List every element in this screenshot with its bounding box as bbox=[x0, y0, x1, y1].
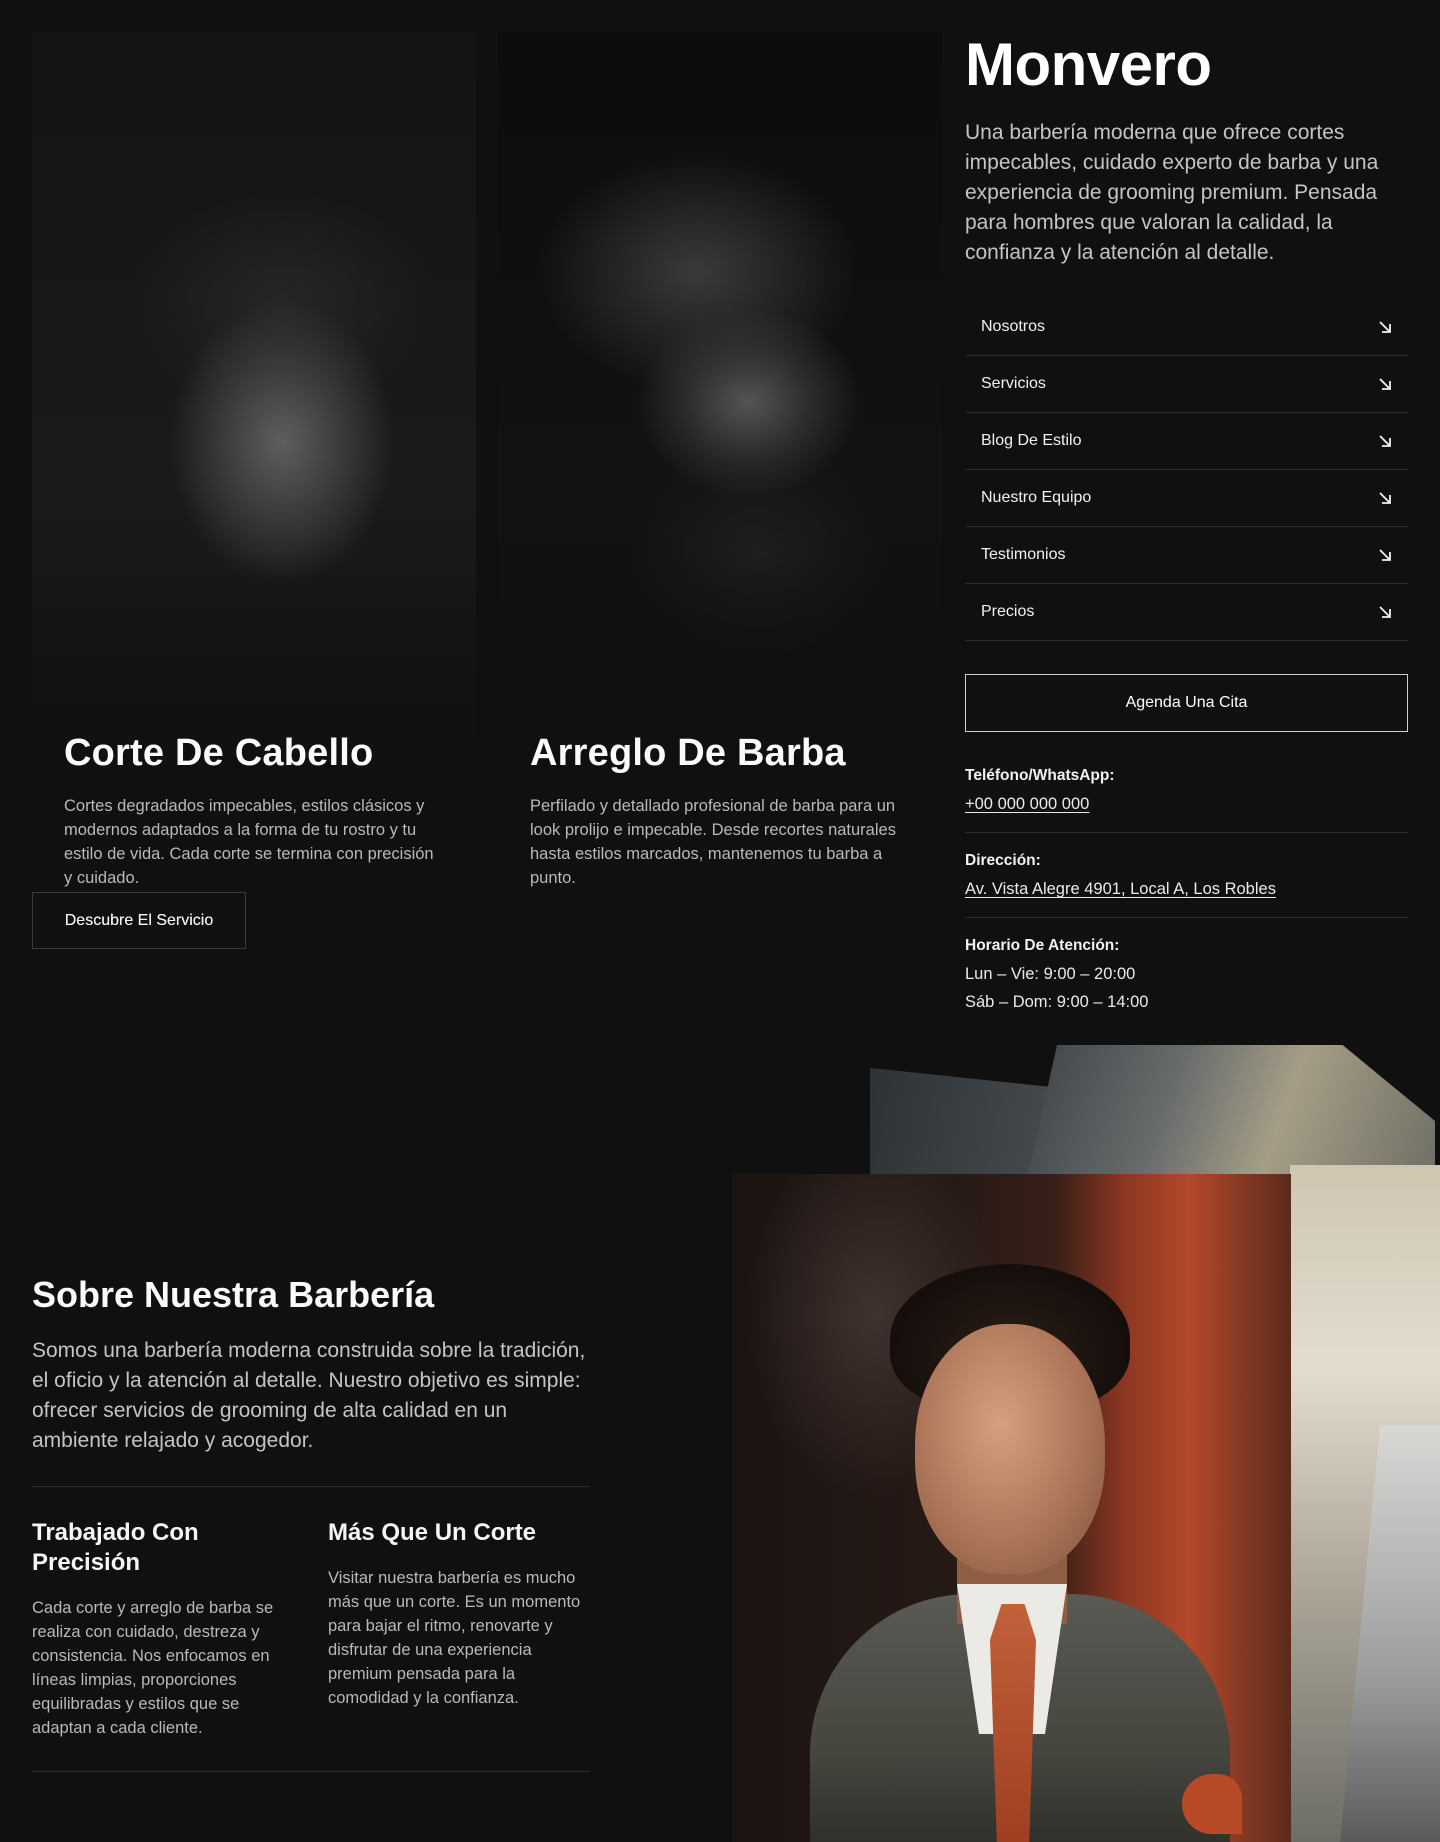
nav-item-label: Nosotros bbox=[981, 318, 1046, 335]
feature-title: Más Que Un Corte bbox=[328, 1519, 537, 1546]
nav-item-label: Testimonios bbox=[981, 546, 1066, 563]
arrow-down-right-icon bbox=[1379, 549, 1391, 561]
nav-item-equipo[interactable]: Nuestro Equipo bbox=[965, 470, 1408, 527]
feature-text: Visitar nuestra barbería es mucho más qu… bbox=[328, 1569, 581, 1707]
brand-name: Monvero bbox=[965, 31, 1212, 98]
nav-item-label: Servicios bbox=[981, 375, 1046, 392]
contact-phone: Teléfono/WhatsApp: +00 000 000 000 bbox=[965, 762, 1408, 818]
phone-link[interactable]: +00 000 000 000 bbox=[965, 790, 1408, 818]
barber-portrait-photo bbox=[732, 1174, 1291, 1842]
arrow-down-right-icon bbox=[1379, 606, 1391, 618]
arrow-down-right-icon bbox=[1379, 435, 1391, 447]
divider bbox=[32, 1771, 590, 1772]
contact-address: Dirección: Av. Vista Alegre 4901, Local … bbox=[965, 847, 1408, 903]
about-text: Somos una barbería moderna construida so… bbox=[32, 1339, 586, 1452]
arrow-down-right-icon bbox=[1379, 492, 1391, 504]
feature-precision: Trabajado Con Precisión Cada corte y arr… bbox=[32, 1518, 292, 1740]
service-description: Cortes degradados impecables, estilos cl… bbox=[64, 797, 434, 887]
contact-hours: Horario De Atención: Lun – Vie: 9:00 – 2… bbox=[965, 932, 1408, 1016]
nav-item-label: Precios bbox=[981, 603, 1035, 620]
phone-label: Teléfono/WhatsApp: bbox=[965, 767, 1115, 784]
divider bbox=[965, 917, 1408, 918]
service-title: Corte De Cabello bbox=[64, 732, 374, 774]
divider bbox=[32, 1486, 590, 1487]
nav-item-blog[interactable]: Blog De Estilo bbox=[965, 413, 1408, 470]
portrait-pocket-square bbox=[1182, 1774, 1242, 1834]
service-card-beard: Arreglo De Barba Perfilado y detallado p… bbox=[498, 32, 942, 912]
divider bbox=[965, 832, 1408, 833]
nav-item-label: Blog De Estilo bbox=[981, 432, 1082, 449]
about-title: Sobre Nuestra Barbería bbox=[32, 1274, 435, 1315]
brand-intro: Una barbería moderna que ofrece cortes i… bbox=[965, 121, 1379, 264]
service-description: Perfilado y detallado profesional de bar… bbox=[530, 797, 896, 887]
hours-weekday: Lun – Vie: 9:00 – 20:00 bbox=[965, 965, 1136, 983]
nav-item-nosotros[interactable]: Nosotros bbox=[965, 299, 1408, 356]
nav-item-precios[interactable]: Precios bbox=[965, 584, 1408, 641]
discover-service-button-beard[interactable]: Descubre El Servicio bbox=[32, 892, 246, 949]
address-link[interactable]: Av. Vista Alegre 4901, Local A, Los Robl… bbox=[965, 875, 1408, 903]
book-appointment-button[interactable]: Agenda Una Cita bbox=[965, 674, 1408, 732]
main-nav: Nosotros Servicios Blog De Estilo Nuestr… bbox=[965, 299, 1408, 641]
service-card-haircut: Corte De Cabello Cortes degradados impec… bbox=[32, 32, 476, 912]
hours-weekend: Sáb – Dom: 9:00 – 14:00 bbox=[965, 993, 1149, 1011]
nav-item-label: Nuestro Equipo bbox=[981, 489, 1092, 506]
nav-item-servicios[interactable]: Servicios bbox=[965, 356, 1408, 413]
portrait-face bbox=[915, 1324, 1105, 1574]
address-label: Dirección: bbox=[965, 852, 1041, 869]
arrow-down-right-icon bbox=[1379, 321, 1391, 333]
portrait-tie bbox=[990, 1604, 1036, 1842]
arrow-down-right-icon bbox=[1379, 378, 1391, 390]
nav-item-testimonios[interactable]: Testimonios bbox=[965, 527, 1408, 584]
feature-experience: Más Que Un Corte Visitar nuestra barberí… bbox=[328, 1518, 588, 1710]
feature-text: Cada corte y arreglo de barba se realiza… bbox=[32, 1599, 274, 1737]
service-title: Arreglo De Barba bbox=[530, 732, 846, 774]
hours-label: Horario De Atención: bbox=[965, 937, 1120, 954]
feature-title: Trabajado Con Precisión bbox=[32, 1519, 199, 1576]
